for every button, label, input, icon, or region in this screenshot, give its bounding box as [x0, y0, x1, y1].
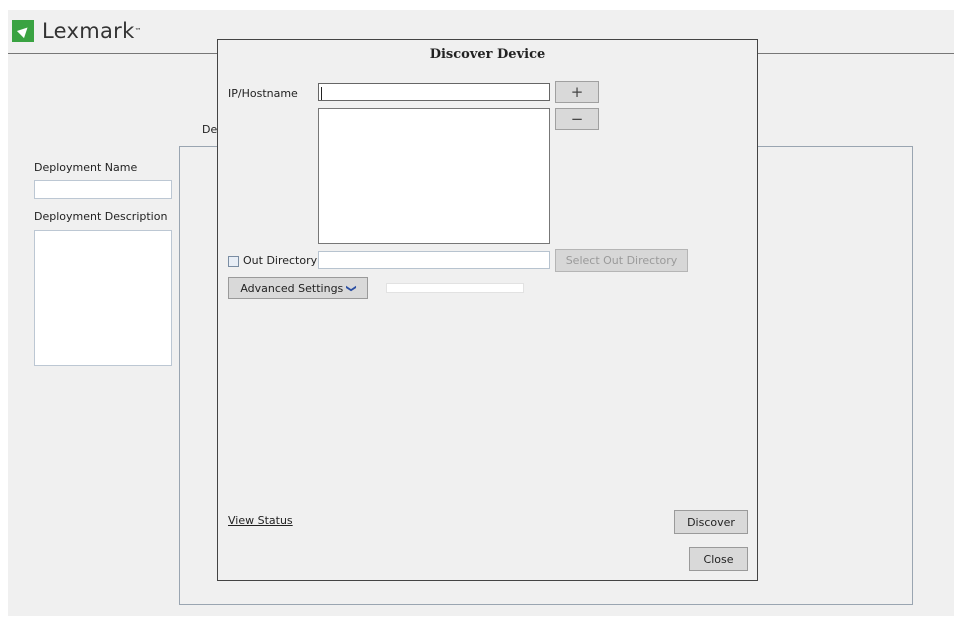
chevron-down-icon: ❯ [345, 283, 357, 293]
minus-icon: − [570, 110, 584, 128]
view-status-link[interactable]: View Status [228, 514, 293, 527]
deployment-description-label: Deployment Description [34, 210, 168, 223]
ip-hostname-label: IP/Hostname [228, 87, 298, 100]
select-out-directory-button[interactable]: Select Out Directory [555, 249, 688, 272]
out-directory-checkbox[interactable] [228, 256, 239, 267]
text-caret [321, 87, 322, 100]
advanced-settings-label: Advanced Settings [240, 281, 344, 295]
discovery-progress-bar [386, 283, 524, 293]
lexmark-logo-icon [12, 20, 34, 42]
trademark-symbol: ™ [134, 27, 142, 35]
discover-button[interactable]: Discover [674, 510, 748, 534]
dialog-title: Discover Device [429, 47, 546, 62]
brand-name: Lexmark [42, 19, 135, 43]
deployment-description-textarea[interactable] [34, 230, 172, 366]
plus-icon: + [570, 83, 584, 101]
add-host-button[interactable]: + [555, 81, 599, 103]
ip-hostname-input[interactable] [318, 83, 550, 101]
host-list[interactable] [318, 108, 550, 244]
close-button[interactable]: Close [689, 547, 748, 571]
deployment-name-label: Deployment Name [34, 161, 138, 174]
deployment-name-input[interactable] [34, 180, 172, 199]
partial-background-label: De [202, 123, 218, 136]
out-directory-input[interactable] [318, 251, 550, 269]
advanced-settings-button[interactable]: Advanced Settings ❯ [228, 277, 368, 299]
remove-host-button[interactable]: − [555, 108, 599, 130]
discover-device-dialog: Discover Device IP/Hostname + − Out Dire… [217, 39, 758, 581]
lexmark-logo: Lexmark ™ [12, 18, 142, 44]
out-directory-label: Out Directory [243, 254, 318, 267]
